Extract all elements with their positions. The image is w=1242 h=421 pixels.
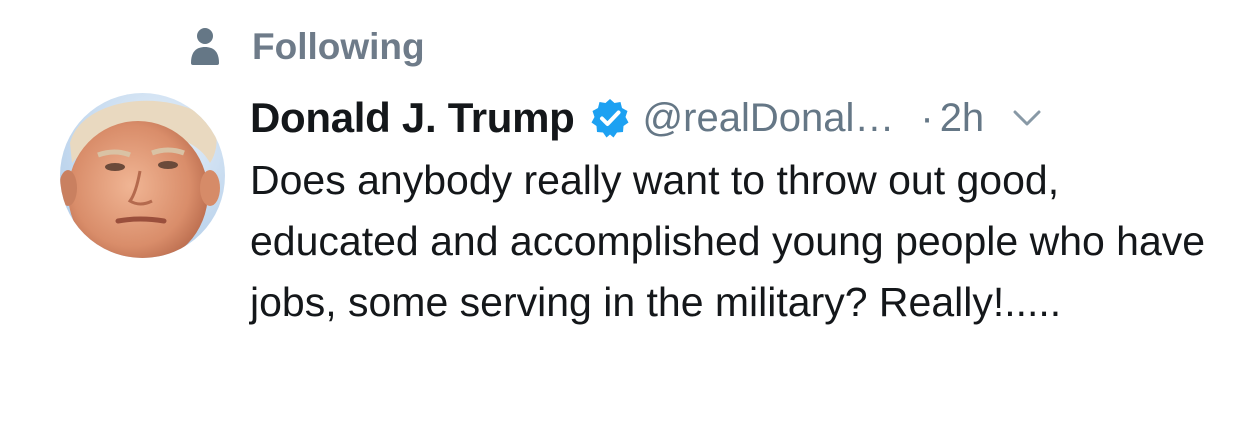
display-name[interactable]: Donald J. Trump [250, 94, 575, 142]
handle[interactable]: @realDonal… [643, 96, 895, 141]
person-icon [190, 27, 220, 67]
verified-badge-icon [589, 97, 631, 139]
following-label: Following [252, 26, 425, 67]
avatar[interactable] [60, 93, 225, 258]
timestamp[interactable]: 2h [940, 96, 985, 141]
chevron-down-icon[interactable] [1012, 108, 1042, 128]
tweet-header: Donald J. Trump @realDonal… · 2h [250, 90, 1042, 146]
separator-dot: · [920, 95, 934, 140]
tweet-text: Does anybody really want to throw out go… [250, 157, 1206, 325]
social-context: Following [190, 24, 425, 70]
